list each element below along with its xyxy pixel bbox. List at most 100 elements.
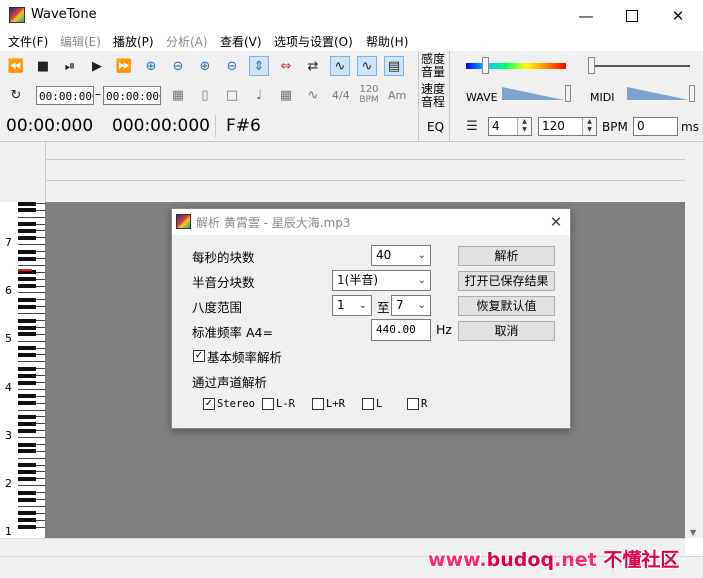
stop-icon[interactable]: ■ [33,56,53,76]
spinner-arrows-icon[interactable]: ▲ ▼ [582,118,596,135]
menu-file[interactable]: 文件(F) [8,33,48,50]
curve-icon[interactable]: ∿ [303,85,323,105]
wave-volume-thumb[interactable] [565,85,571,102]
menu-analyze[interactable]: 分析(A) [166,33,208,50]
black-key[interactable] [18,380,36,385]
black-key[interactable] [18,346,36,351]
black-key[interactable] [18,256,36,261]
black-key[interactable] [18,511,36,516]
white-key[interactable] [18,409,45,411]
beats-spinner[interactable]: 4 ▲ ▼ [488,117,532,136]
volume-slider-track[interactable] [590,65,690,67]
black-key[interactable] [18,202,36,206]
key-label[interactable]: Am [388,89,406,102]
black-key[interactable] [18,470,36,475]
zoom-in-horizontal-icon[interactable]: ⊕ [141,56,161,76]
black-key[interactable] [18,442,36,447]
black-key[interactable] [18,366,36,371]
menu-play[interactable]: 播放(P) [113,33,154,50]
arrows-icon[interactable]: ⇄ [303,56,323,76]
zoom-in-vertical-icon[interactable]: ⊕ [195,56,215,76]
minimize-button[interactable]: — [563,0,609,31]
white-key[interactable] [18,437,45,438]
select-box-icon[interactable]: □ [222,85,242,105]
dialog-close-icon[interactable]: ✕ [544,211,568,233]
midi-volume-thumb[interactable] [689,85,695,102]
black-key[interactable] [18,421,36,426]
white-key[interactable] [18,485,45,487]
black-key[interactable] [18,490,36,495]
standard-frequency-input[interactable]: 440.00 [371,319,431,341]
menu-options[interactable]: 选项与设置(O) [274,33,353,50]
layout-icon[interactable]: ▦ [168,85,188,105]
loop-start-input[interactable]: 00:00:000 [36,86,94,105]
black-key[interactable] [18,297,36,302]
expand-icon[interactable]: ⇕ [249,56,269,76]
white-key[interactable] [18,388,45,390]
cancel-button[interactable]: 取消 [458,321,555,341]
note-icon[interactable]: ♩ [249,85,269,105]
loop-end-input[interactable]: 00:00:000 [103,86,161,105]
white-key[interactable] [18,264,45,266]
close-button[interactable]: ✕ [655,0,701,31]
black-key[interactable] [18,497,36,502]
waveform-icon[interactable]: ∿ [330,56,350,76]
black-key[interactable] [18,249,36,254]
white-key[interactable] [18,457,45,459]
black-key[interactable] [18,284,36,289]
channel-lr-sum-checkbox[interactable] [312,398,324,410]
channel-stereo-checkbox[interactable]: ✓ [203,398,215,410]
black-key[interactable] [18,476,36,481]
grid-icon[interactable]: ▦ [276,85,296,105]
black-key[interactable] [18,229,36,234]
black-key[interactable] [18,235,36,240]
fundamental-checkbox[interactable]: ✓ [193,350,205,362]
spinner-arrows-icon[interactable]: ▲ ▼ [517,118,531,135]
semitone-blocks-select[interactable]: 1(半音) ⌄ [332,270,431,291]
black-key[interactable] [18,304,36,309]
tempo-spinner[interactable]: 120 ▲ ▼ [538,117,597,136]
scroll-down-arrow-icon[interactable]: ▼ [690,528,696,537]
timeline-ruler[interactable] [45,142,686,202]
piano-keyboard[interactable]: 7 6 5 4 3 2 1 [0,202,46,538]
white-key[interactable] [18,340,45,342]
loop-icon[interactable]: ↻ [6,85,26,105]
eq-label[interactable]: EQ [427,120,444,134]
octave-from-select[interactable]: 1 ⌄ [332,295,372,316]
volume-slider-thumb[interactable] [588,57,595,74]
vertical-scrollbar[interactable]: ▼ [685,142,703,538]
book-icon[interactable]: ▤ [384,56,404,76]
channel-r-checkbox[interactable] [407,398,419,410]
black-key[interactable] [18,449,36,454]
marker-icon[interactable]: ▯ [195,85,215,105]
black-key[interactable] [18,415,36,419]
black-key[interactable] [18,208,36,213]
black-key[interactable] [18,373,36,378]
pause-play-icon[interactable]: ⏯ [60,56,80,76]
black-key[interactable] [18,401,36,406]
black-key[interactable] [18,394,36,399]
black-key[interactable] [18,428,36,433]
white-key[interactable] [18,216,45,218]
octave-to-select[interactable]: 7 ⌄ [391,295,431,316]
zoom-out-horizontal-icon[interactable]: ⊖ [168,56,188,76]
blocks-per-second-select[interactable]: 40 ⌄ [371,245,431,266]
menu-help[interactable]: 帮助(H) [366,33,408,50]
offset-input[interactable]: 0 [633,117,678,136]
waveform-alt-icon[interactable]: ∿ [357,56,377,76]
open-saved-button[interactable]: 打开已保存结果 [458,271,555,291]
black-key[interactable] [18,318,36,323]
black-key[interactable] [18,353,36,357]
black-key[interactable] [18,525,36,530]
bpm-indicator[interactable]: 120 BPM [358,85,380,106]
black-key[interactable] [18,332,36,337]
black-key[interactable] [18,277,36,282]
maximize-button[interactable] [609,0,655,31]
black-key[interactable] [18,222,36,227]
menu-edit[interactable]: 编辑(E) [60,33,101,50]
analyze-button[interactable]: 解析 [458,246,555,266]
channel-l-checkbox[interactable] [362,398,374,410]
compress-icon[interactable]: ⇔ [276,56,296,76]
play-icon[interactable]: ▶ [87,56,107,76]
white-key[interactable] [18,244,45,246]
